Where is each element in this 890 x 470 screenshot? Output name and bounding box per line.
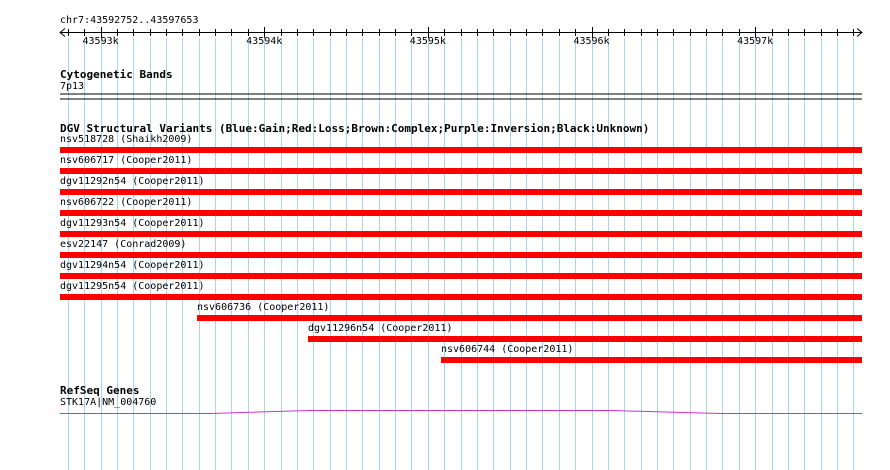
cytoband-track-title: Cytogenetic Bands [60,68,173,81]
refseq-track-title: RefSeq Genes [60,384,140,397]
dgv-feature-label: nsv606736 (Cooper2011) [197,302,330,313]
dgv-feature-bar[interactable] [60,252,862,258]
dgv-feature-label: dgv11293n54 (Cooper2011) [60,218,205,229]
ruler-tick-label: 43595k [410,36,446,47]
ruler-tick-label: 43597k [737,36,773,47]
dgv-feature-bar[interactable] [60,147,862,153]
dgv-feature-bar[interactable] [60,294,862,300]
dgv-feature-bar[interactable] [60,189,862,195]
dgv-feature-bar[interactable] [60,231,862,237]
ruler-tick-label: 43593k [83,36,119,47]
dgv-feature-label: esv22147 (Conrad2009) [60,239,187,250]
dgv-feature-label: dgv11294n54 (Cooper2011) [60,260,205,271]
dgv-feature-label: dgv11292n54 (Cooper2011) [60,176,205,187]
dgv-feature-label: nsv606722 (Cooper2011) [60,197,193,208]
dgv-feature-bar[interactable] [441,357,862,363]
dgv-feature-bar[interactable] [197,315,862,321]
dgv-feature-bar[interactable] [60,273,862,279]
cytoband-bar[interactable] [0,92,890,102]
ruler-tick-label: 43594k [246,36,282,47]
dgv-feature-label: nsv606717 (Cooper2011) [60,155,193,166]
ruler[interactable]: 43593k 43594k 43595k 43596k 43597k [0,20,890,70]
gene-feature[interactable] [0,405,890,419]
dgv-feature-bar[interactable] [308,336,862,342]
dgv-feature-label: dgv11296n54 (Cooper2011) [308,323,453,334]
dgv-feature-label: nsv606744 (Cooper2011) [441,344,574,355]
ruler-tick-label: 43596k [573,36,609,47]
dgv-feature-bar[interactable] [60,210,862,216]
dgv-feature-bar[interactable] [60,168,862,174]
gene-line [60,410,862,414]
dgv-feature-label: dgv11295n54 (Cooper2011) [60,281,205,292]
dgv-feature-label: nsv518728 (Shaikh2009) [60,134,193,145]
genome-browser-view: chr7:43592752..43597653 43593k 43594k 4359… [0,0,890,470]
